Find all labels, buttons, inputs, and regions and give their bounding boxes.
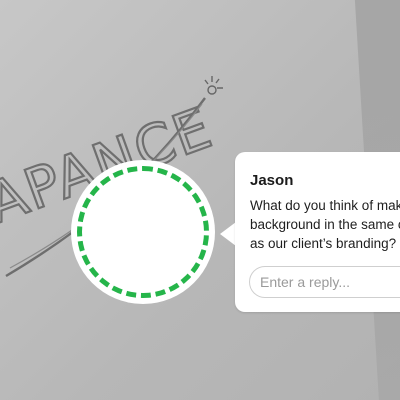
reply-input[interactable]: [249, 266, 400, 298]
sparkle-mark: [204, 76, 223, 95]
comment-card: Jason What do you think of mak backgroun…: [235, 152, 400, 312]
comment-message: What do you think of mak background in t…: [250, 196, 400, 253]
comment-message-line: What do you think of mak: [250, 198, 400, 213]
comment-author: Jason: [250, 172, 294, 189]
comment-card-pointer: [220, 222, 236, 246]
comment-marker[interactable]: [77, 166, 209, 298]
comment-message-line: as our client’s branding?: [250, 236, 397, 251]
comment-message-line: background in the same c: [250, 217, 400, 232]
canvas: APANCE Jason What do you think of mak ba…: [0, 0, 400, 400]
